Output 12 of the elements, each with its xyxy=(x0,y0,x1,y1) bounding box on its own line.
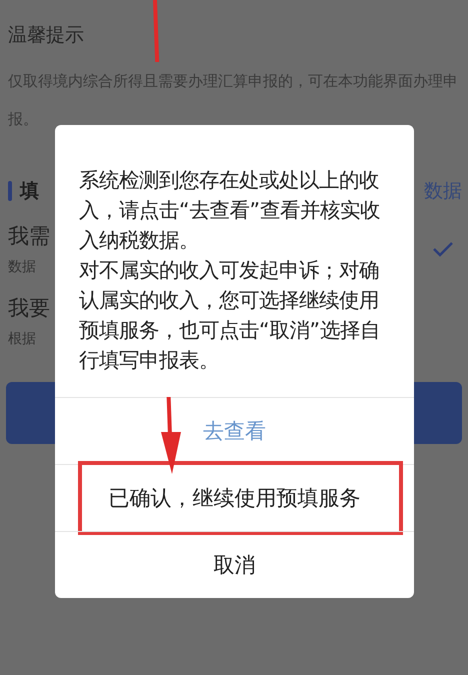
option-subtitle: 根据 xyxy=(8,330,37,348)
option-subtitle: 数据 xyxy=(8,258,37,276)
dialog-message: 系统检测到您存在处或处以上的收入，请点击“去查看”查看并核实收入纳税数据。 xyxy=(79,167,382,254)
dialog-button[interactable]: 已确认，继续使用预填服务 xyxy=(55,464,414,531)
option-title[interactable]: 我要 xyxy=(8,294,50,322)
dialog-button[interactable]: 取消 xyxy=(55,531,414,598)
dialog-message: 对不属实的收入可发起申诉；对确认属实的收入，您可选择继续使用预填服务，也可点击“取消”选择自行填写申报表。 xyxy=(79,257,382,374)
section-link[interactable]: 数据 xyxy=(424,178,462,204)
section-marker xyxy=(8,181,12,201)
section-title: 填 xyxy=(20,179,39,204)
option-title[interactable]: 我需 xyxy=(8,222,50,250)
notice-title: 温馨提示 xyxy=(8,23,85,48)
